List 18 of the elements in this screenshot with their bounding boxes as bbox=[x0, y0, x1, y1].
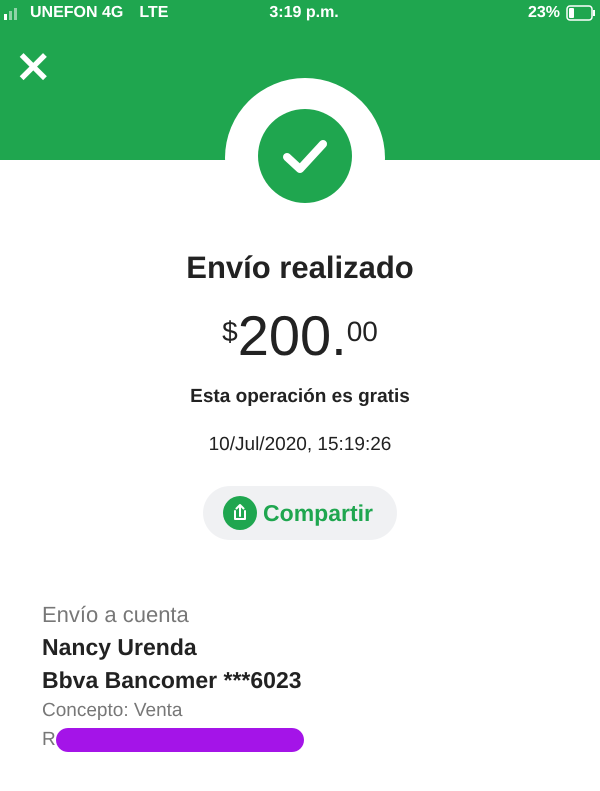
clock-time: 3:19 p.m. bbox=[269, 4, 340, 22]
transfer-type: Envío a cuenta bbox=[42, 602, 190, 628]
amount-text: $^{$}$200.$^{00}$ bbox=[222, 308, 378, 364]
transaction-datetime: 10/Jul/2020, 15:19:26 bbox=[208, 434, 392, 456]
bank-account: Bbva Bancomer ***6023 bbox=[42, 667, 303, 694]
network-type: LTE bbox=[139, 4, 168, 22]
fee-note: Esta operación es gratis bbox=[190, 386, 410, 408]
recipient-name: Nancy Urenda bbox=[42, 634, 198, 661]
share-icon bbox=[223, 496, 258, 530]
carrier-name: UNEFON 4G bbox=[30, 4, 124, 22]
reference-text: R bbox=[42, 729, 56, 751]
close-button[interactable]: × bbox=[14, 42, 53, 88]
battery-icon bbox=[566, 5, 596, 21]
status-title: Envío realizado bbox=[186, 250, 414, 286]
share-button[interactable]: Compartir bbox=[203, 486, 397, 540]
battery-percentage: 23% bbox=[528, 4, 560, 22]
concept-text: Concepto: Venta bbox=[42, 700, 184, 722]
success-check-icon bbox=[257, 108, 353, 204]
